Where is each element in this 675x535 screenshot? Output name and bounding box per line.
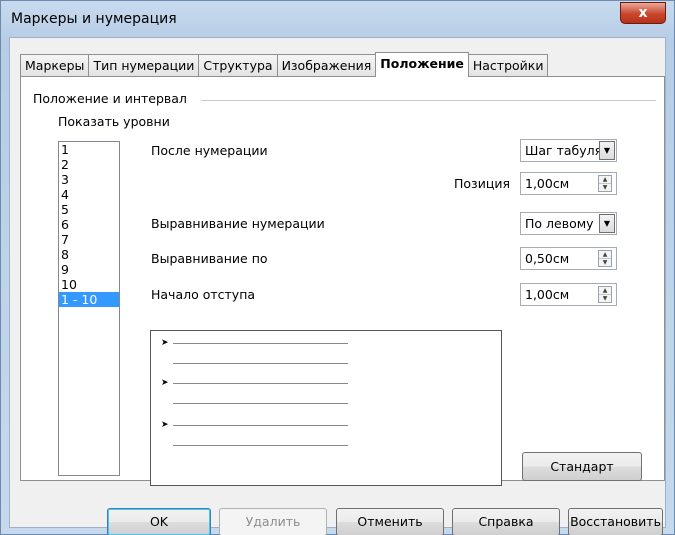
preview-line — [173, 445, 348, 446]
spin-down-icon[interactable]: ▼ — [599, 295, 611, 303]
after-numbering-label: После нумерации — [151, 143, 268, 158]
chevron-down-icon[interactable]: ▼ — [599, 214, 615, 233]
level-item[interactable]: 9 — [59, 262, 119, 277]
numbering-alignment-value: По левому — [525, 216, 594, 231]
indent-start-value: 1,00см — [525, 287, 570, 302]
delete-button[interactable]: Удалить — [219, 508, 327, 535]
level-item[interactable]: 8 — [59, 247, 119, 262]
after-numbering-value: Шаг табуля — [525, 143, 603, 158]
dialog-body: Маркеры Тип нумерации Структура Изображе… — [9, 37, 666, 535]
tab-numbering-type[interactable]: Тип нумерации — [88, 54, 200, 76]
level-item[interactable]: 7 — [59, 232, 119, 247]
restore-button[interactable]: Восстановить — [568, 508, 663, 535]
tab-position[interactable]: Положение — [375, 52, 469, 77]
spin-buttons[interactable]: ▲ ▼ — [598, 286, 612, 303]
close-button[interactable]: x — [620, 2, 666, 24]
dialog-window: Маркеры и нумерация x Маркеры Тип нумера… — [0, 0, 675, 535]
preview-line — [173, 383, 348, 384]
numbering-alignment-dropdown[interactable]: По левому ▼ — [520, 212, 617, 235]
levels-list[interactable]: 1 2 3 4 5 6 7 8 9 10 1 - 10 — [58, 141, 120, 476]
spin-up-icon[interactable]: ▲ — [599, 287, 611, 295]
bullet-arrow-icon: ➤ — [161, 338, 169, 348]
cancel-button[interactable]: Отменить — [336, 508, 444, 535]
position-label: Позиция — [454, 176, 510, 191]
preview-line — [173, 363, 348, 364]
group-divider — [201, 100, 656, 101]
tab-settings[interactable]: Настройки — [467, 54, 549, 76]
bullet-arrow-icon: ➤ — [161, 378, 169, 388]
position-spinbox[interactable]: 1,00см ▲ ▼ — [520, 172, 617, 195]
level-item[interactable]: 1 — [59, 142, 119, 157]
tab-images[interactable]: Изображения — [276, 54, 377, 76]
standard-button[interactable]: Стандарт — [522, 452, 642, 481]
align-at-value: 0,50см — [525, 251, 570, 266]
spin-up-icon[interactable]: ▲ — [599, 176, 611, 184]
spin-down-icon[interactable]: ▼ — [599, 259, 611, 267]
bullet-arrow-icon: ➤ — [161, 420, 169, 430]
tab-markers[interactable]: Маркеры — [20, 54, 90, 76]
position-value: 1,00см — [525, 176, 570, 191]
preview-line — [173, 403, 348, 404]
indent-start-spinbox[interactable]: 1,00см ▲ ▼ — [520, 283, 617, 306]
level-item[interactable]: 5 — [59, 202, 119, 217]
level-item-selected[interactable]: 1 - 10 — [59, 292, 119, 307]
help-button[interactable]: Справка — [452, 508, 560, 535]
ok-button[interactable]: OK — [107, 508, 211, 535]
align-at-spinbox[interactable]: 0,50см ▲ ▼ — [520, 247, 617, 270]
preview-line — [173, 343, 348, 344]
align-at-label: Выравнивание по — [151, 251, 268, 266]
numbering-alignment-label: Выравнивание нумерации — [151, 216, 325, 231]
tab-bar: Маркеры Тип нумерации Структура Изображе… — [20, 52, 549, 77]
spin-up-icon[interactable]: ▲ — [599, 251, 611, 259]
level-item[interactable]: 2 — [59, 157, 119, 172]
levels-label: Показать уровни — [58, 114, 170, 129]
level-item[interactable]: 6 — [59, 217, 119, 232]
title-bar: Маркеры и нумерация x — [1, 1, 674, 37]
spin-down-icon[interactable]: ▼ — [599, 184, 611, 192]
dialog-title: Маркеры и нумерация — [11, 11, 177, 27]
chevron-down-icon[interactable]: ▼ — [599, 141, 615, 160]
tab-structure[interactable]: Структура — [198, 54, 278, 76]
indent-start-label: Начало отступа — [151, 287, 256, 302]
level-item[interactable]: 10 — [59, 277, 119, 292]
level-item[interactable]: 3 — [59, 172, 119, 187]
preview-pane: ➤ ➤ ➤ — [150, 330, 502, 486]
spin-buttons[interactable]: ▲ ▼ — [598, 250, 612, 267]
level-item[interactable]: 4 — [59, 187, 119, 202]
spin-buttons[interactable]: ▲ ▼ — [598, 175, 612, 192]
after-numbering-dropdown[interactable]: Шаг табуля ▼ — [520, 139, 617, 162]
preview-line — [173, 425, 348, 426]
group-title: Положение и интервал — [33, 91, 193, 106]
